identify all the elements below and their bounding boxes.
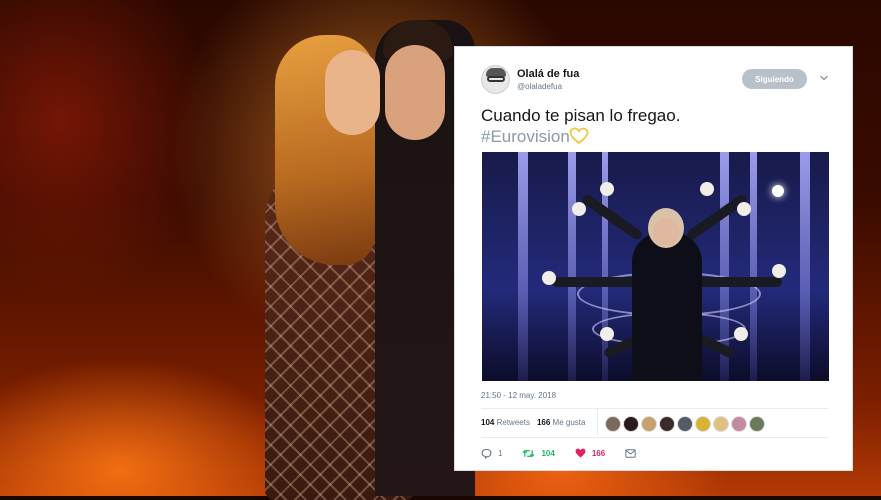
retweets-stat[interactable]: 104 Retweets <box>481 418 530 427</box>
liker-avatar[interactable] <box>731 416 747 432</box>
message-icon <box>625 448 636 458</box>
tweet-text: Cuando te pisan lo fregao. <box>481 106 681 125</box>
liker-avatars <box>605 416 765 432</box>
engagement-stats: 104 Retweets 166 Me gusta <box>481 418 585 427</box>
tweet-timestamp[interactable]: 21:50 - 12 may. 2018 <box>481 391 556 400</box>
user-name[interactable]: Olalá de fua <box>517 68 579 80</box>
tweet-media-image[interactable] <box>482 152 829 381</box>
like-icon <box>575 448 586 458</box>
hashtag-link[interactable]: #Eurovision <box>481 126 570 147</box>
direct-message-button[interactable] <box>625 448 636 458</box>
like-count: 166 <box>591 448 606 458</box>
liker-avatar[interactable] <box>623 416 639 432</box>
liker-avatar[interactable] <box>659 416 675 432</box>
liker-avatar[interactable] <box>605 416 621 432</box>
divider <box>481 408 828 409</box>
reply-count: 1 <box>498 448 503 458</box>
liker-avatar[interactable] <box>677 416 693 432</box>
tweet-card: Olalá de fua @olaladefua Siguiendo Cuand… <box>454 46 853 471</box>
user-handle[interactable]: @olaladefua <box>517 82 562 91</box>
avatar[interactable] <box>481 65 510 94</box>
likes-stat[interactable]: 166 Me gusta <box>537 418 586 427</box>
divider <box>481 437 828 438</box>
reply-icon <box>481 448 492 459</box>
reply-button[interactable]: 1 <box>481 448 502 459</box>
chevron-down-icon[interactable] <box>819 73 829 83</box>
heart-emoji-icon <box>569 127 589 145</box>
tweet-actions: 1 104 166 <box>481 446 656 460</box>
retweet-count: 104 <box>541 448 555 458</box>
man-face-shape <box>385 45 445 140</box>
following-button[interactable]: Siguiendo <box>742 69 807 89</box>
divider <box>597 409 598 435</box>
background-couple-illustration <box>245 20 475 500</box>
retweet-button[interactable]: 104 <box>522 448 555 459</box>
liker-avatar[interactable] <box>641 416 657 432</box>
retweet-icon <box>522 449 535 457</box>
face-shape <box>325 50 380 135</box>
liker-avatar[interactable] <box>695 416 711 432</box>
liker-avatar[interactable] <box>713 416 729 432</box>
like-button[interactable]: 166 <box>575 448 605 458</box>
liker-avatar[interactable] <box>749 416 765 432</box>
